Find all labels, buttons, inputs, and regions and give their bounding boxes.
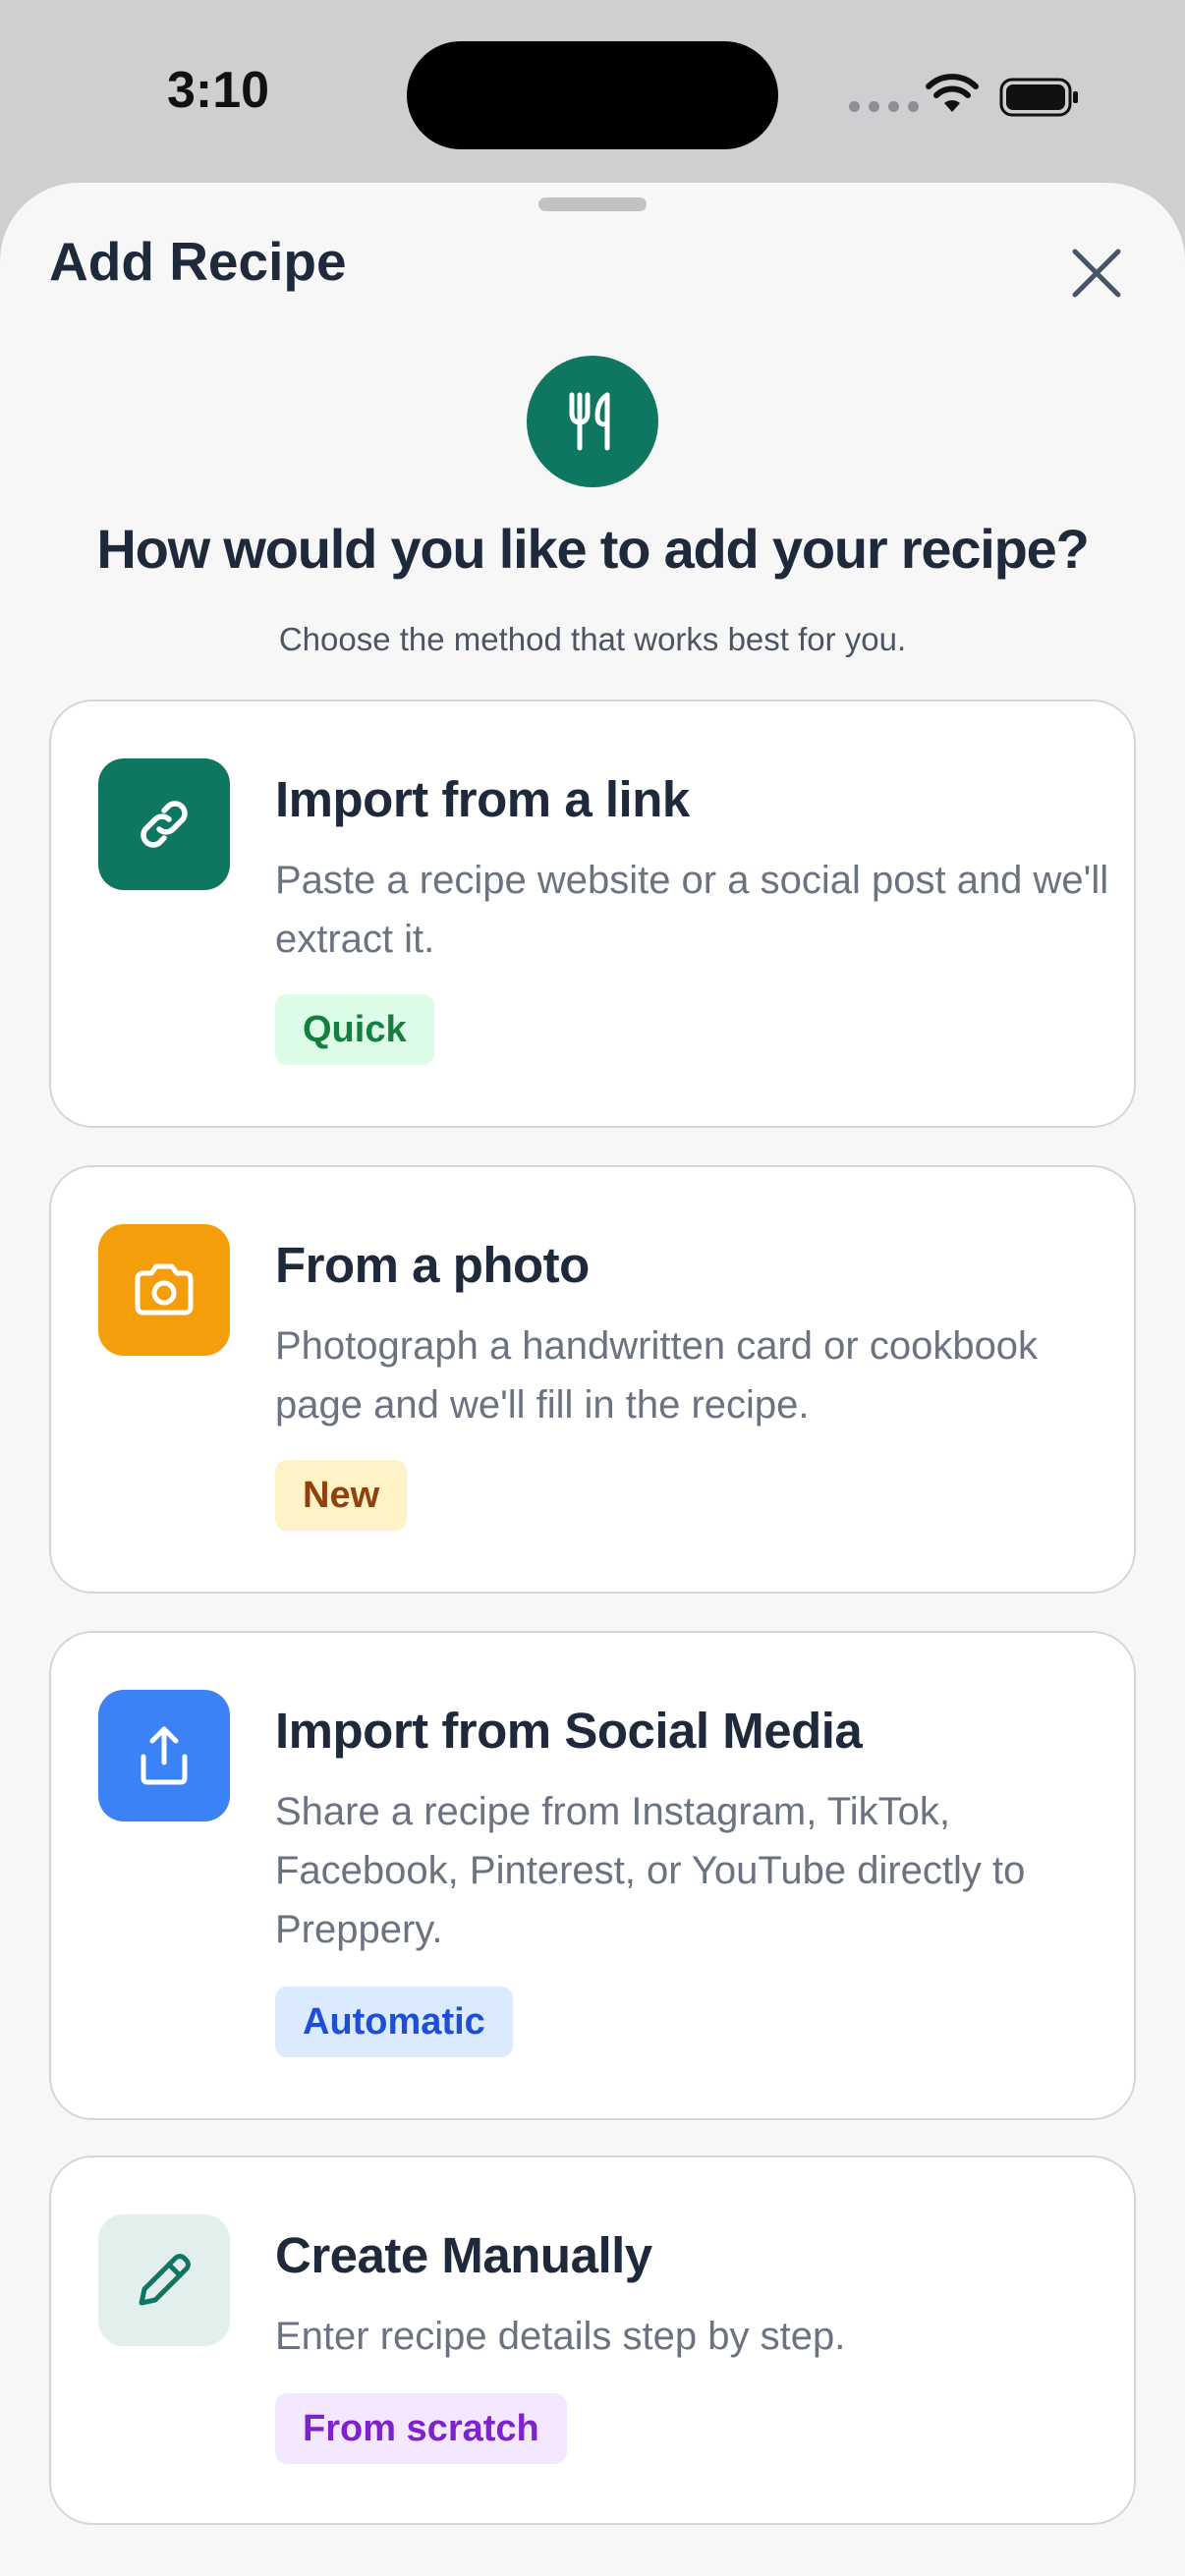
share-icon xyxy=(141,1726,188,1785)
option-import-link[interactable]: Import from a link Paste a recipe websit… xyxy=(49,700,1136,1128)
option-title: Import from a link xyxy=(275,771,690,827)
option-description: Paste a recipe website or a social post … xyxy=(275,859,1109,961)
option-badge: Quick xyxy=(275,994,434,1065)
option-icon-tile xyxy=(98,2214,230,2346)
option-badge: Automatic xyxy=(275,1987,513,2057)
status-bar: 3:10 xyxy=(0,0,1185,187)
option-icon-tile xyxy=(98,1224,230,1356)
page-subtitle: Choose the method that works best for yo… xyxy=(278,621,907,657)
option-description: Photograph a handwritten card or cookboo… xyxy=(275,1324,1039,1427)
close-icon xyxy=(1072,249,1121,298)
cellular-signal-icon xyxy=(849,101,919,112)
page-heading: How would you like to add your recipe? xyxy=(96,518,1089,580)
camera-icon xyxy=(135,1263,194,1316)
link-icon xyxy=(141,801,188,848)
status-time: 3:10 xyxy=(167,62,270,119)
option-title: From a photo xyxy=(275,1237,590,1293)
add-recipe-sheet: Add Recipe How would you like to add you… xyxy=(0,183,1185,2576)
wifi-icon xyxy=(926,74,979,112)
sheet-grabber[interactable] xyxy=(538,197,647,211)
option-import-social[interactable]: Import from Social Media Share a recipe … xyxy=(49,1631,1136,2120)
option-create-manually[interactable]: Create Manually Enter recipe details ste… xyxy=(49,2156,1136,2525)
option-title: Import from Social Media xyxy=(275,1703,863,1759)
option-icon-tile xyxy=(98,1690,230,1821)
option-description: Share a recipe from Instagram, TikTok, F… xyxy=(275,1790,1026,1951)
option-badge: From scratch xyxy=(275,2393,567,2464)
utensils-icon xyxy=(569,392,610,451)
option-icon-tile xyxy=(98,758,230,890)
option-badge: New xyxy=(275,1460,408,1531)
option-from-photo[interactable]: From a photo Photograph a handwritten ca… xyxy=(49,1165,1136,1594)
close-button[interactable] xyxy=(1059,236,1134,310)
battery-icon xyxy=(999,78,1078,117)
dynamic-island xyxy=(407,41,778,149)
pencil-icon xyxy=(139,2254,191,2306)
hero-icon-badge xyxy=(527,356,658,487)
option-description: Enter recipe details step by step. xyxy=(275,2315,846,2358)
sheet-title: Add Recipe xyxy=(49,231,347,292)
option-title: Create Manually xyxy=(275,2227,652,2283)
